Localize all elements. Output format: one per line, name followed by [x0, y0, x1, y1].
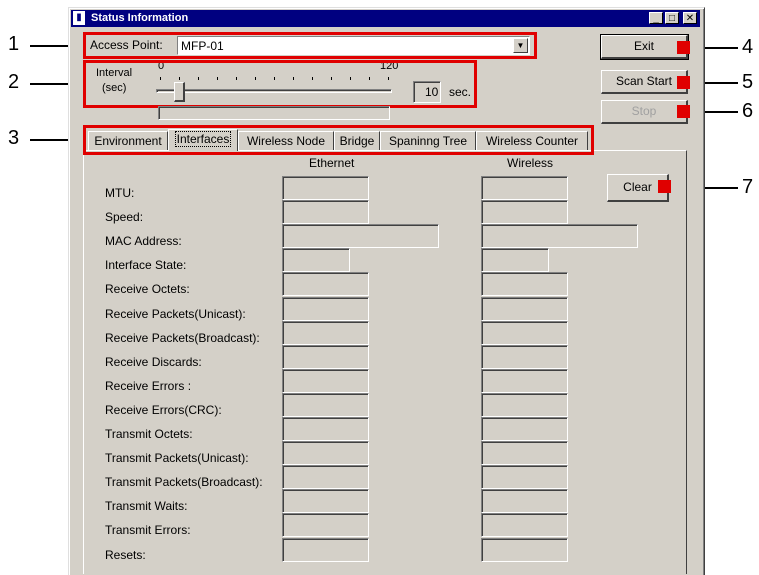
wireless-value-field — [481, 441, 568, 466]
ethernet-value-field — [282, 176, 369, 200]
wireless-value-field — [481, 465, 568, 490]
stat-label: Receive Packets(Broadcast): — [105, 330, 260, 345]
exit-button[interactable]: Exit — [600, 34, 689, 60]
title-bar: ▮ Status Information _ □ ✕ — [71, 10, 700, 27]
wireless-value-field — [481, 392, 568, 417]
window-title: Status Information — [91, 12, 189, 24]
stat-label: Receive Errors(CRC): — [105, 402, 222, 417]
ethernet-value-field — [282, 537, 369, 562]
scan-start-button[interactable]: Scan Start — [601, 70, 688, 94]
progress-bar — [158, 106, 390, 120]
callout-5: 5 — [742, 71, 754, 93]
stat-label: Transmit Errors: — [105, 523, 191, 538]
stat-label: Resets: — [105, 547, 146, 562]
wireless-value-field — [481, 272, 568, 297]
wireless-value-field — [481, 200, 568, 225]
stat-label: Receive Octets: — [105, 282, 190, 297]
highlight-tabs — [83, 125, 594, 155]
wireless-value-field — [481, 537, 568, 562]
stat-label: Receive Errors : — [105, 378, 192, 393]
stat-label: Speed: — [105, 210, 144, 225]
ethernet-value-field — [282, 489, 369, 514]
wireless-value-field — [481, 489, 568, 514]
marker-4 — [677, 41, 690, 54]
minimize-button[interactable]: _ — [649, 12, 663, 24]
stat-label: Interface State: — [105, 258, 187, 273]
wireless-value-field — [481, 320, 568, 345]
close-button[interactable]: ✕ — [683, 12, 697, 24]
wireless-value-field — [481, 368, 568, 393]
ethernet-value-field — [282, 200, 369, 225]
ethernet-value-field — [282, 417, 369, 441]
ethernet-value-field — [282, 465, 369, 490]
app-icon: ▮ — [73, 11, 85, 25]
ethernet-value-field — [282, 368, 369, 393]
callout-3: 3 — [8, 127, 20, 149]
wireless-value-field — [481, 296, 568, 321]
ethernet-value-field — [282, 392, 369, 417]
wireless-value-field — [481, 224, 638, 249]
callout-7: 7 — [742, 176, 754, 198]
ethernet-value-field — [282, 344, 369, 369]
ethernet-value-field — [282, 296, 369, 321]
marker-7 — [658, 180, 671, 193]
stat-label: Receive Discards: — [105, 354, 202, 369]
ethernet-column-header: Ethernet — [309, 156, 355, 170]
callout-1: 1 — [8, 33, 20, 55]
wireless-value-field — [481, 176, 568, 200]
stat-label: Transmit Packets(Broadcast): — [105, 475, 263, 490]
ethernet-value-field — [282, 513, 369, 538]
highlight-interval — [83, 60, 477, 108]
callout-4: 4 — [742, 36, 754, 58]
stat-label: Transmit Waits: — [105, 499, 188, 514]
wireless-column-header: Wireless — [507, 156, 554, 170]
stat-label: MTU: — [105, 186, 135, 200]
highlight-access-point — [83, 32, 537, 59]
wireless-value-field — [481, 513, 568, 538]
stat-label: Transmit Packets(Unicast): — [105, 451, 249, 466]
wireless-value-field — [481, 344, 568, 369]
stat-label: MAC Address: — [105, 234, 182, 249]
ethernet-value-field — [282, 272, 369, 297]
marker-5 — [677, 76, 690, 89]
callout-6: 6 — [742, 100, 754, 122]
stat-label: Receive Packets(Unicast): — [105, 306, 246, 321]
stat-label: Transmit Octets: — [105, 427, 193, 441]
maximize-button[interactable]: □ — [665, 12, 679, 24]
wireless-value-field — [481, 417, 568, 441]
ethernet-value-field — [282, 248, 350, 273]
wireless-value-field — [481, 248, 549, 273]
callout-2: 2 — [8, 71, 20, 93]
ethernet-value-field — [282, 224, 439, 249]
stop-button[interactable]: Stop — [601, 100, 688, 124]
ethernet-value-field — [282, 320, 369, 345]
marker-6 — [677, 105, 690, 118]
ethernet-value-field — [282, 441, 369, 466]
